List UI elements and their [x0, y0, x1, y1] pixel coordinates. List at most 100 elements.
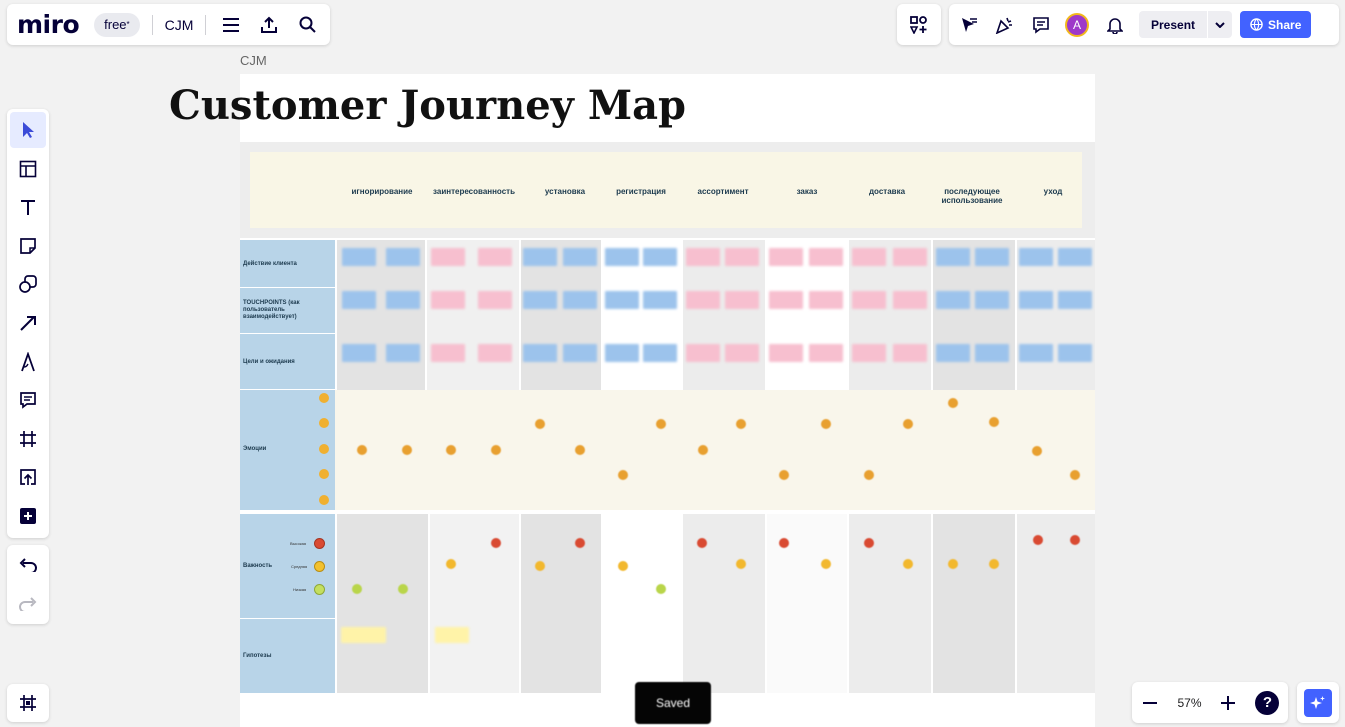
sticky-note[interactable]: [852, 248, 886, 266]
redo-icon[interactable]: [13, 589, 43, 619]
connector-arrow-icon[interactable]: [10, 305, 46, 341]
hypothesis-sticky[interactable]: [341, 627, 386, 643]
sticky-note[interactable]: [386, 344, 420, 362]
more-tools-icon[interactable]: [10, 498, 46, 534]
emotion-marker[interactable]: [402, 445, 412, 455]
sticky-note[interactable]: [893, 291, 927, 309]
importance-marker[interactable]: [535, 561, 545, 571]
sticky-note[interactable]: [852, 291, 886, 309]
sticky-note[interactable]: [643, 291, 677, 309]
sticky-note-icon[interactable]: [10, 228, 46, 264]
frames-list-button[interactable]: [7, 684, 49, 722]
sticky-note[interactable]: [478, 248, 512, 266]
row-label-actions[interactable]: Действие клиента: [240, 240, 335, 287]
sticky-note[interactable]: [431, 248, 465, 266]
emotion-marker[interactable]: [656, 419, 666, 429]
importance-marker[interactable]: [1070, 535, 1080, 545]
present-button[interactable]: Present: [1139, 11, 1233, 38]
importance-marker[interactable]: [491, 538, 501, 548]
bell-icon[interactable]: [1103, 13, 1127, 37]
help-icon[interactable]: ?: [1255, 690, 1280, 715]
pointer-flag-icon[interactable]: [957, 13, 981, 37]
sticky-note[interactable]: [975, 344, 1009, 362]
sticky-note[interactable]: [936, 291, 970, 309]
sticky-note[interactable]: [342, 248, 376, 266]
hypothesis-sticky[interactable]: [435, 627, 469, 643]
sticky-note[interactable]: [975, 248, 1009, 266]
miro-logo[interactable]: miro: [17, 10, 80, 39]
share-button[interactable]: Share: [1240, 11, 1312, 38]
upload-icon[interactable]: [10, 459, 46, 495]
zoom-level[interactable]: 57%: [1177, 696, 1201, 710]
sticky-note[interactable]: [975, 291, 1009, 309]
sticky-note[interactable]: [643, 248, 677, 266]
sticky-note[interactable]: [523, 344, 557, 362]
sticky-note[interactable]: [523, 248, 557, 266]
sticky-note[interactable]: [725, 248, 759, 266]
sticky-note[interactable]: [563, 248, 597, 266]
importance-marker[interactable]: [903, 559, 913, 569]
emotion-marker[interactable]: [698, 445, 708, 455]
emotion-marker[interactable]: [779, 470, 789, 480]
importance-marker[interactable]: [948, 559, 958, 569]
sticky-note[interactable]: [893, 248, 927, 266]
sticky-note[interactable]: [342, 291, 376, 309]
sticky-note[interactable]: [478, 344, 512, 362]
importance-marker[interactable]: [736, 559, 746, 569]
importance-marker[interactable]: [618, 561, 628, 571]
emotion-marker[interactable]: [618, 470, 628, 480]
row-label-hypotheses[interactable]: Гипотезы: [240, 619, 335, 693]
sticky-note[interactable]: [478, 291, 512, 309]
emotion-marker[interactable]: [948, 398, 958, 408]
shapes-icon[interactable]: [10, 266, 46, 302]
sticky-note[interactable]: [563, 291, 597, 309]
sticky-note[interactable]: [386, 248, 420, 266]
sticky-note[interactable]: [643, 344, 677, 362]
export-icon[interactable]: [256, 12, 282, 38]
user-avatar[interactable]: A: [1065, 12, 1089, 37]
importance-marker[interactable]: [864, 538, 874, 548]
emotion-marker[interactable]: [535, 419, 545, 429]
comment-tool-icon[interactable]: [10, 382, 46, 418]
sticky-note[interactable]: [769, 344, 803, 362]
emotion-marker[interactable]: [1032, 446, 1042, 456]
sticky-note[interactable]: [725, 291, 759, 309]
templates-icon[interactable]: [10, 151, 46, 187]
zoom-in-icon[interactable]: [1218, 693, 1238, 713]
pen-icon[interactable]: [10, 344, 46, 380]
emotion-marker[interactable]: [1070, 470, 1080, 480]
importance-marker[interactable]: [989, 559, 999, 569]
emotion-marker[interactable]: [357, 445, 367, 455]
row-label-goals[interactable]: Цели и ожидания: [240, 334, 335, 389]
plan-badge[interactable]: free *: [94, 12, 140, 37]
sticky-note[interactable]: [769, 248, 803, 266]
ai-assist-button[interactable]: [1297, 682, 1339, 723]
importance-marker[interactable]: [446, 559, 456, 569]
row-label-touchpoints[interactable]: TOUCHPOINTS (как пользователь взаимодейс…: [240, 288, 335, 333]
sticky-note[interactable]: [605, 291, 639, 309]
reactions-icon[interactable]: [993, 13, 1017, 37]
comments-icon[interactable]: [1029, 13, 1053, 37]
sticky-note[interactable]: [809, 344, 843, 362]
importance-marker[interactable]: [697, 538, 707, 548]
undo-icon[interactable]: [13, 550, 43, 580]
importance-marker[interactable]: [575, 538, 585, 548]
emotion-marker[interactable]: [736, 419, 746, 429]
sticky-note[interactable]: [342, 344, 376, 362]
sticky-note[interactable]: [1019, 344, 1053, 362]
sticky-note[interactable]: [1058, 344, 1092, 362]
sticky-note[interactable]: [686, 248, 720, 266]
board-name[interactable]: CJM: [165, 17, 194, 33]
sticky-note[interactable]: [1019, 291, 1053, 309]
sticky-note[interactable]: [605, 248, 639, 266]
board-title[interactable]: Customer Journey Map: [0, 82, 855, 129]
sticky-note[interactable]: [686, 291, 720, 309]
sticky-note[interactable]: [431, 291, 465, 309]
sticky-note[interactable]: [852, 344, 886, 362]
sticky-note[interactable]: [936, 248, 970, 266]
sticky-note[interactable]: [809, 291, 843, 309]
importance-marker[interactable]: [779, 538, 789, 548]
frame-label[interactable]: CJM: [240, 53, 267, 68]
zoom-out-icon[interactable]: [1140, 693, 1160, 713]
sticky-note[interactable]: [431, 344, 465, 362]
